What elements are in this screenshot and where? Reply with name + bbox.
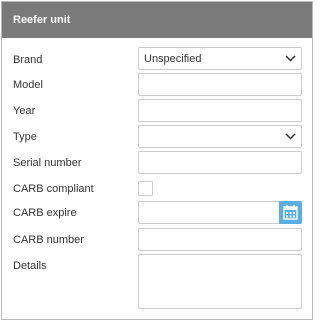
panel-title: Reefer unit xyxy=(2,2,312,38)
year-label: Year xyxy=(13,105,36,117)
brand-selected-value: Unspecified xyxy=(144,53,202,65)
carb-number-input[interactable] xyxy=(138,228,302,251)
type-label: Type xyxy=(13,131,37,143)
chevron-down-icon xyxy=(285,133,296,140)
details-textarea[interactable] xyxy=(138,254,302,309)
carb-expire-label: CARB expire xyxy=(13,207,77,219)
model-input[interactable] xyxy=(138,73,302,96)
reefer-unit-panel: Reefer unit Brand Unspecified Model Year… xyxy=(1,1,313,320)
carb-expire-datepicker[interactable] xyxy=(138,201,302,224)
calendar-button[interactable] xyxy=(279,201,302,224)
serial-number-label: Serial number xyxy=(13,157,82,169)
chevron-down-icon xyxy=(285,55,296,62)
brand-select[interactable]: Unspecified xyxy=(138,47,302,70)
details-label: Details xyxy=(13,260,47,272)
carb-compliant-checkbox[interactable] xyxy=(138,181,153,196)
year-input[interactable] xyxy=(138,99,302,122)
calendar-icon xyxy=(283,205,298,220)
model-label: Model xyxy=(13,79,43,91)
type-select[interactable] xyxy=(138,125,302,148)
serial-number-input[interactable] xyxy=(138,151,302,174)
carb-compliant-label: CARB compliant xyxy=(13,183,94,195)
carb-number-label: CARB number xyxy=(13,234,84,246)
brand-label: Brand xyxy=(13,54,43,66)
